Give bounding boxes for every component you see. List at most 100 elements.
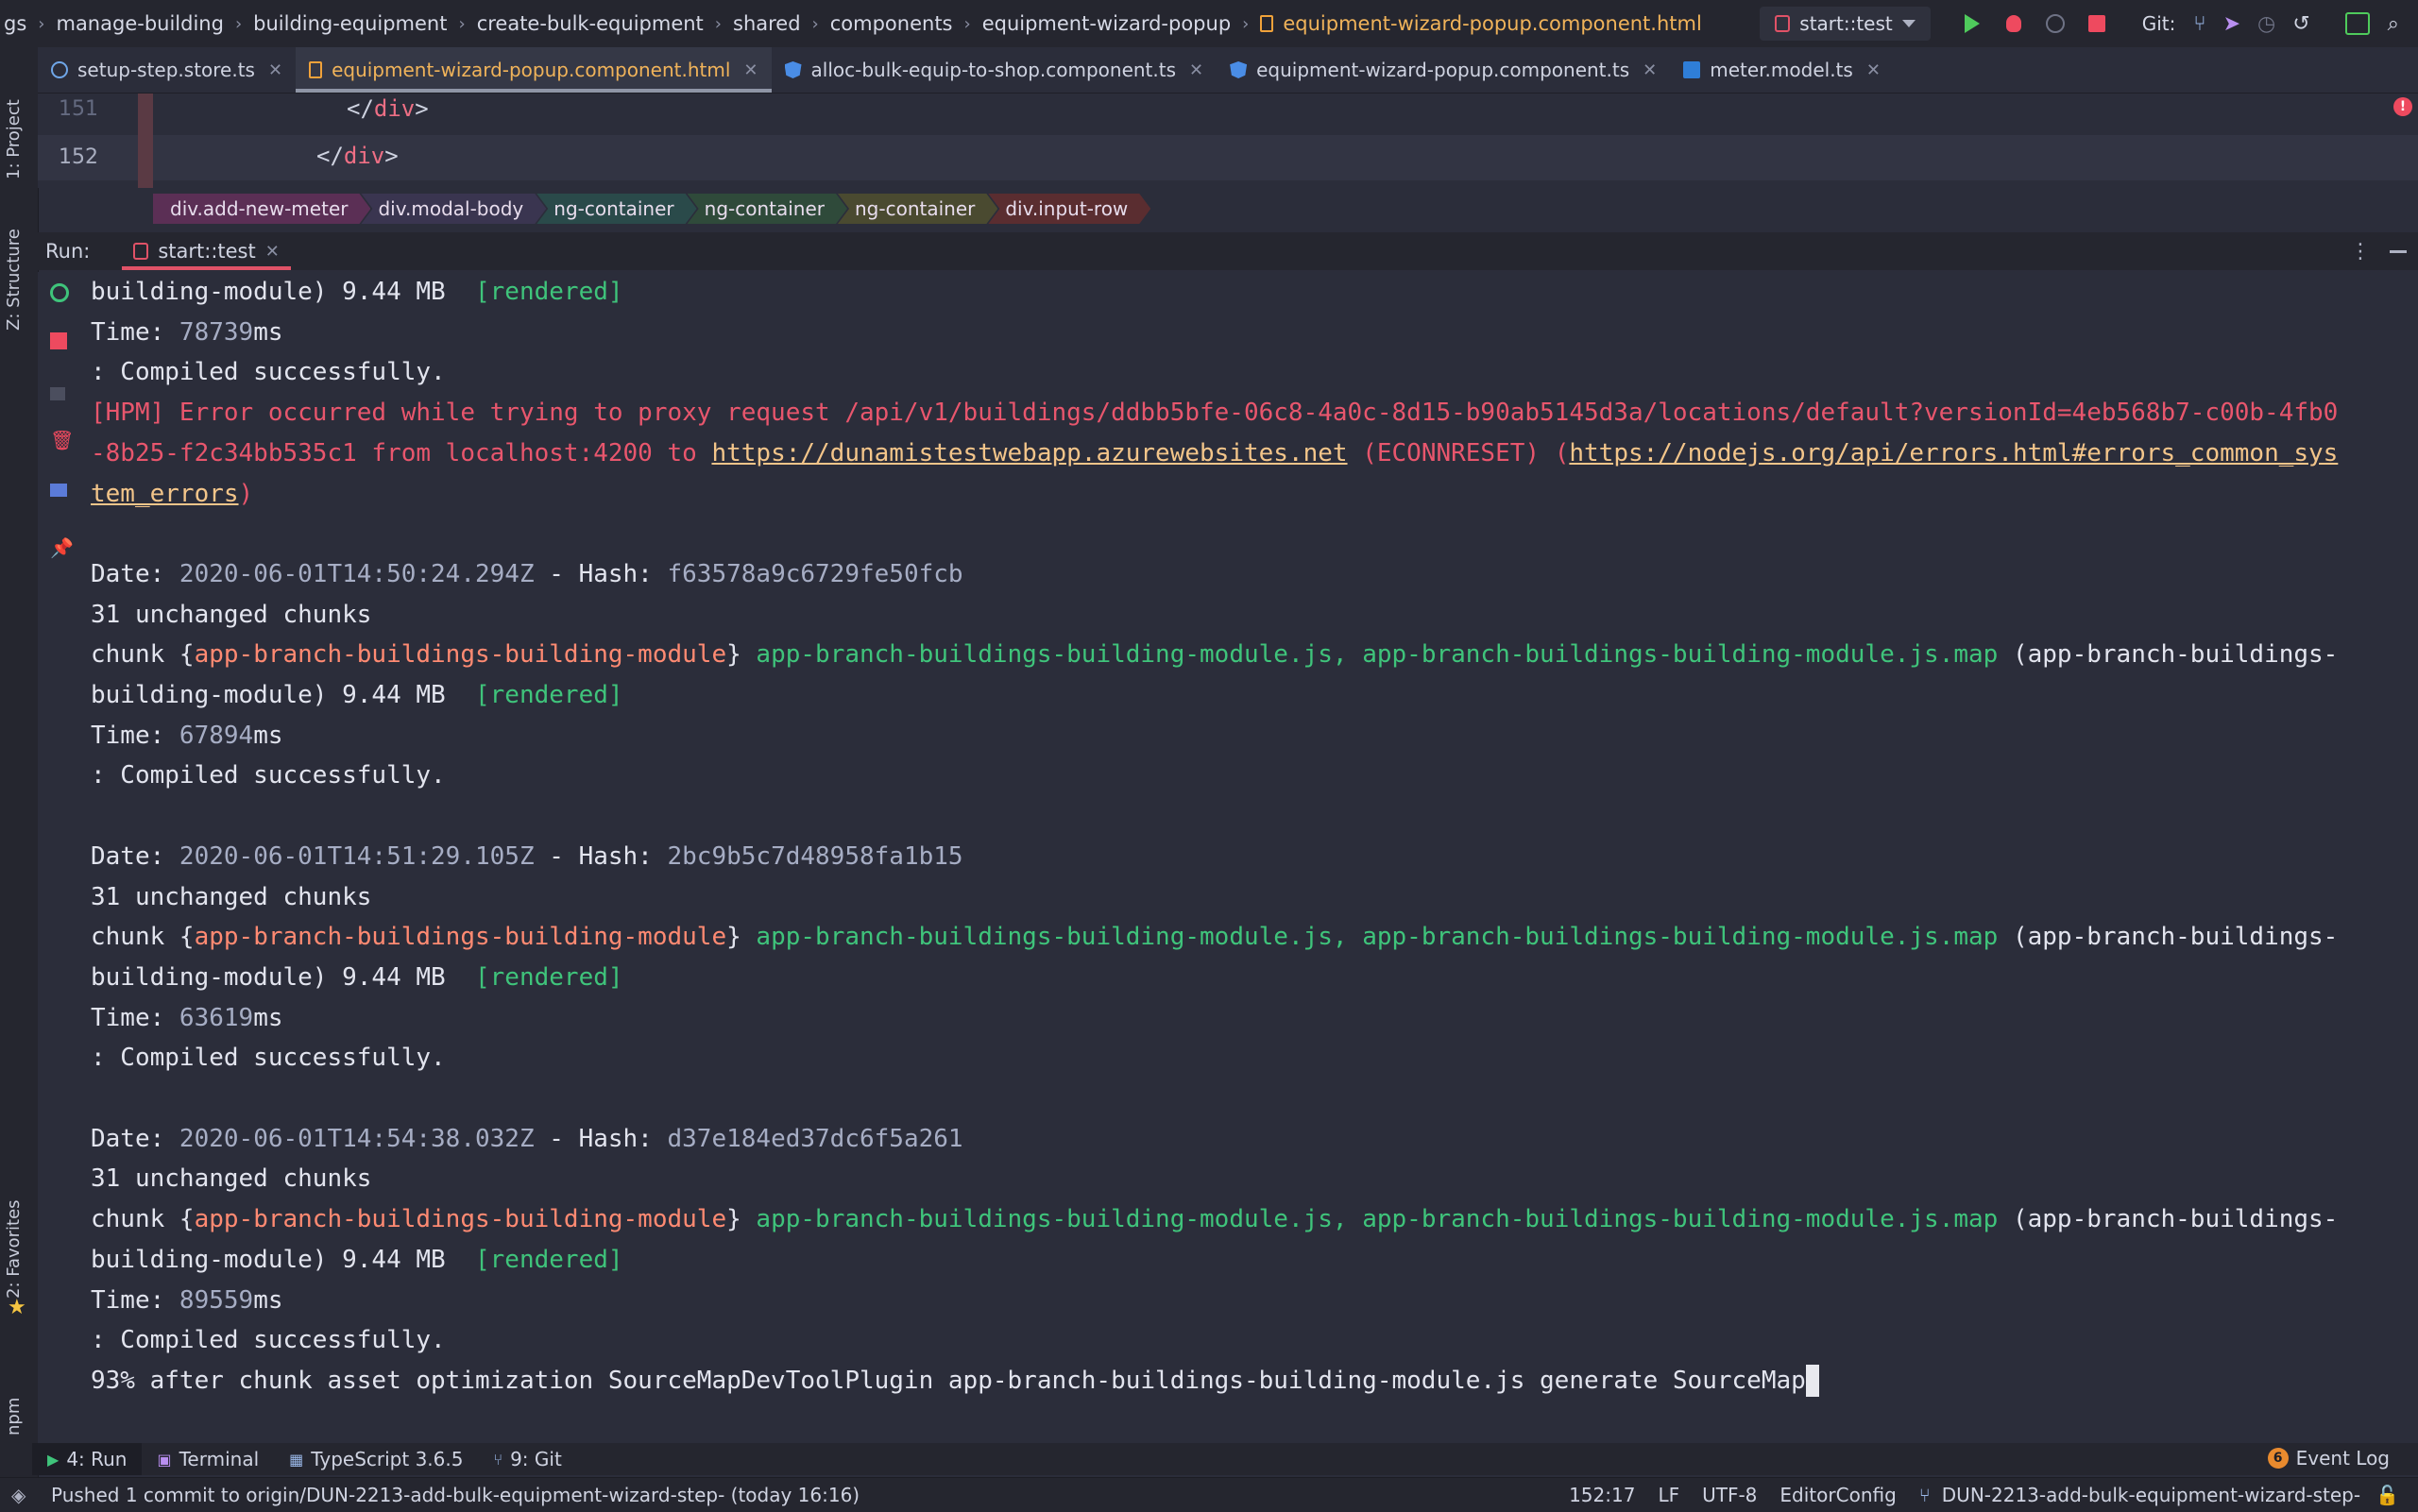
close-icon[interactable]: ✕	[265, 242, 280, 262]
tag-breadcrumb-item[interactable]: ng-container	[838, 194, 997, 224]
path-segment[interactable]: create-bulk-equipment	[473, 12, 707, 35]
close-icon[interactable]: ✕	[743, 60, 758, 80]
tool-tab[interactable]: ▦ TypeScript 3.6.5	[274, 1443, 478, 1475]
stop-icon	[2087, 15, 2105, 32]
line-separator[interactable]: LF	[1658, 1484, 1679, 1506]
run-tab-start-test[interactable]: start::test ✕	[122, 232, 292, 270]
debug-button[interactable]	[2001, 10, 2027, 37]
tag-close-bracket: >	[415, 95, 429, 122]
path-segment[interactable]: components	[826, 12, 957, 35]
ts-file-icon	[1683, 61, 1701, 78]
editor-tab[interactable]: equipment-wizard-popup.component.ts ✕	[1217, 47, 1670, 93]
console-text: chunk {	[91, 923, 195, 952]
rerun-icon[interactable]	[50, 283, 69, 302]
error-indicator-icon[interactable]: !	[2393, 97, 2412, 116]
console-link[interactable]: https://nodejs.org/api/errors.html#error…	[1569, 439, 2338, 467]
tag-breadcrumb-item[interactable]: div.modal-body	[361, 194, 546, 224]
editor-tab[interactable]: equipment-wizard-popup.component.html ✕	[296, 47, 772, 93]
path-segment[interactable]: gs	[0, 12, 30, 35]
caret-position[interactable]: 152:17	[1569, 1484, 1635, 1506]
git-push-icon[interactable]: ➤	[2223, 12, 2240, 36]
project-tool-button[interactable]: 1: Project	[4, 99, 24, 179]
path-segment[interactable]: manage-building	[52, 12, 227, 35]
event-log-label: Event Log	[2295, 1447, 2390, 1470]
stop-button[interactable]	[2084, 10, 2110, 37]
coverage-icon	[2045, 14, 2065, 33]
code-line: </div>	[347, 95, 429, 122]
console-line: [HPM] Error occurred while trying to pro…	[91, 393, 2338, 433]
console-text: : Compiled successfully.	[91, 761, 446, 790]
console-text: [rendered]	[475, 278, 623, 306]
close-icon[interactable]: ✕	[1189, 60, 1203, 80]
console-line: Time: 89559ms	[91, 1281, 283, 1320]
npm-tool-button[interactable]: npm	[4, 1398, 24, 1436]
close-icon[interactable]: ✕	[1866, 60, 1881, 80]
trash-icon[interactable]: 🗑	[50, 429, 74, 451]
chevron-right-icon: ›	[811, 13, 819, 34]
editor-tab[interactable]: alloc-bulk-equip-to-shop.component.ts ✕	[772, 47, 1218, 93]
git-history-icon[interactable]: ◷	[2257, 12, 2275, 36]
git-rollback-icon[interactable]: ↺	[2292, 12, 2309, 36]
minimize-icon[interactable]	[2390, 250, 2407, 253]
console-text: 63619	[179, 1003, 254, 1032]
store-file-icon	[51, 61, 68, 78]
git-branch[interactable]: DUN-2213-add-bulk-equipment-wizard-step-	[1942, 1484, 2360, 1506]
editor-tab[interactable]: meter.model.ts ✕	[1670, 47, 1894, 93]
stop-icon[interactable]	[50, 332, 67, 349]
restore-layout-icon[interactable]	[50, 387, 65, 400]
tag-breadcrumb-item[interactable]: div.add-new-meter	[153, 194, 370, 224]
code-line: </div>	[316, 143, 399, 169]
path-segment[interactable]: shared	[729, 12, 805, 35]
current-file-segment[interactable]: equipment-wizard-popup.component.html	[1279, 12, 1705, 35]
run-button[interactable]	[1959, 10, 1985, 37]
tab-label: setup-step.store.ts	[77, 59, 255, 81]
tag-breadcrumb-item[interactable]: div.input-row	[988, 194, 1150, 224]
tag-breadcrumb-item[interactable]: ng-container	[536, 194, 696, 224]
structure-tool-button[interactable]: Z: Structure	[4, 229, 24, 331]
path-breadcrumb: gs › manage-building › building-equipment › cr…	[0, 12, 1760, 35]
terminal-icon[interactable]	[2344, 12, 2370, 35]
status-message[interactable]: Pushed 1 commit to origin/DUN-2213-add-b…	[51, 1484, 1558, 1506]
line-number: 151	[59, 97, 98, 121]
tool-tab[interactable]: ▶ 4: Run	[32, 1443, 143, 1475]
file-encoding[interactable]: UTF-8	[1702, 1484, 1757, 1506]
favorites-tool-button[interactable]: 2: Favorites	[4, 1199, 24, 1299]
console-text: (ECONNRESET) (	[1347, 438, 1570, 467]
status-bar: ◈ Pushed 1 commit to origin/DUN-2213-add…	[0, 1477, 2418, 1512]
code-editor[interactable]: 151 152 </div> </div> !	[38, 93, 2418, 188]
git-branch-icon[interactable]: ⑂	[2193, 12, 2205, 36]
console-text: app-branch-buildings-building-module.js,…	[756, 1205, 1999, 1234]
path-segment[interactable]: building-equipment	[249, 12, 451, 35]
run-config-icon	[1775, 15, 1791, 32]
event-log-button[interactable]: 6 Event Log	[2267, 1447, 2390, 1470]
tool-tab[interactable]: ⑂ 9: Git	[478, 1443, 576, 1475]
left-tool-strip: 1: Project Z: Structure 2: Favorites ★ n…	[0, 47, 39, 1492]
layout-icon[interactable]	[50, 484, 67, 497]
chevron-right-icon: ›	[963, 13, 971, 34]
lock-icon[interactable]: 🔓	[2375, 1484, 2399, 1506]
run-console[interactable]: building-module) 9.44 MB [rendered] Time:…	[91, 272, 2395, 1443]
coverage-button[interactable]	[2042, 10, 2069, 37]
editor-config[interactable]: EditorConfig	[1779, 1484, 1896, 1506]
path-segment[interactable]: equipment-wizard-popup	[979, 12, 1235, 35]
editor-tab[interactable]: setup-step.store.ts ✕	[38, 47, 296, 93]
tag-breadcrumb-item[interactable]: ng-container	[688, 194, 847, 224]
console-text: 93% after chunk asset optimization Sourc…	[91, 1366, 1806, 1395]
close-icon[interactable]: ✕	[268, 60, 282, 80]
more-options-icon[interactable]: ⋮	[2350, 240, 2371, 263]
tool-tab[interactable]: ▣ Terminal	[142, 1443, 274, 1475]
text-cursor	[1805, 1365, 1819, 1398]
tag-open-bracket: </	[316, 143, 344, 169]
run-config-selector[interactable]: start::test	[1760, 7, 1931, 41]
search-icon[interactable]: ⌕	[2388, 12, 2399, 36]
close-icon[interactable]: ✕	[1643, 60, 1657, 80]
console-text: - Hash:	[534, 559, 668, 588]
star-icon: ★	[8, 1296, 26, 1319]
tag-open-bracket: </	[347, 95, 374, 122]
console-text: 89559	[179, 1285, 254, 1315]
pin-icon[interactable]: 📌	[50, 536, 74, 559]
console-link[interactable]: https://dunamistestwebapp.azurewebsites.…	[711, 439, 1347, 467]
console-link[interactable]: tem_errors	[91, 480, 239, 508]
tool-tab-label: Terminal	[179, 1448, 260, 1470]
console-line: chunk {app-branch-buildings-building-mod…	[91, 1199, 2338, 1239]
